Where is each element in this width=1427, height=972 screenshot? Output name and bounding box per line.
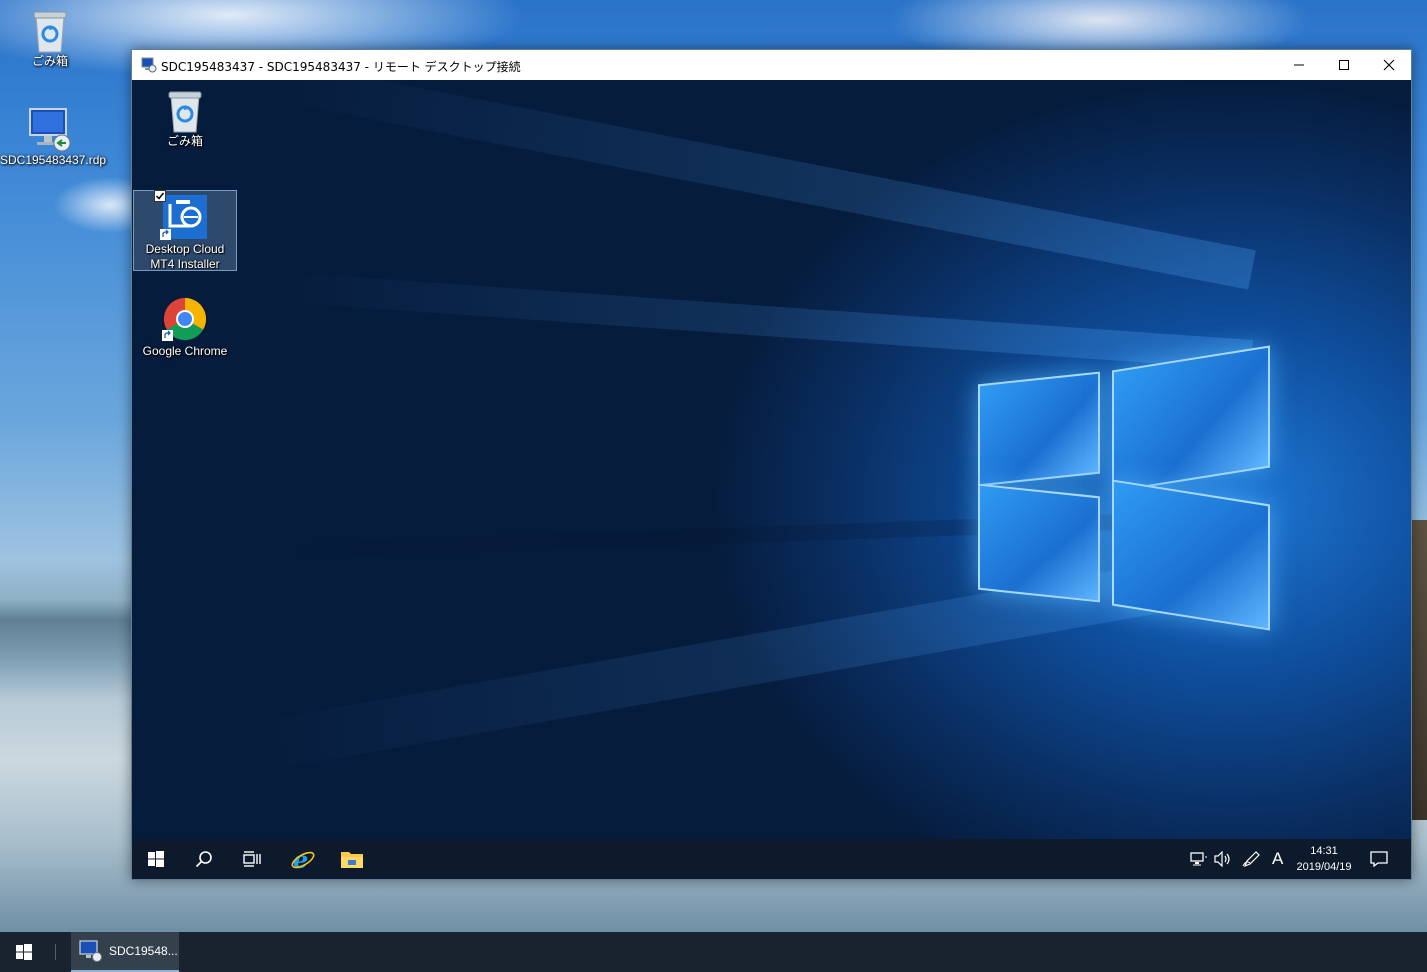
- taskbar-separator: [55, 944, 56, 960]
- windows-logo-pane: [1112, 345, 1270, 493]
- remote-google-chrome-shortcut[interactable]: Google Chrome: [133, 296, 237, 359]
- close-button[interactable]: [1366, 50, 1411, 80]
- action-center-icon[interactable]: [1370, 851, 1388, 870]
- recycle-bin-icon: [168, 91, 202, 133]
- remote-mt4-installer-label-line1: Desktop Cloud: [145, 242, 225, 256]
- remote-google-chrome-label: Google Chrome: [142, 344, 228, 358]
- remote-start-button[interactable]: [132, 839, 180, 879]
- clock-time: 14:31: [1310, 845, 1338, 857]
- remote-desktop-icon: [79, 940, 102, 962]
- checkbox-checked-icon[interactable]: [154, 190, 166, 202]
- windows-logo-pane: [978, 371, 1100, 487]
- remote-search-button[interactable]: [180, 839, 228, 879]
- rdp-titlebar[interactable]: SDC195483437 - SDC195483437 - リモート デスクトッ…: [132, 50, 1411, 80]
- host-taskbar: SDC19548...: [0, 932, 1427, 972]
- remote-desktop-icon: [141, 57, 157, 73]
- wallpaper-beam: [266, 80, 1256, 290]
- wallpaper-beam: [273, 271, 1254, 370]
- remote-clock[interactable]: 14:31 2019/04/19: [1282, 843, 1366, 875]
- remote-mt4-installer-label-line2: MT4 Installer: [150, 257, 220, 271]
- remote-recycle-bin-label: ごみ箱: [166, 134, 203, 148]
- rdp-window[interactable]: SDC195483437 - SDC195483437 - リモート デスクトッ…: [131, 49, 1412, 880]
- minimize-button[interactable]: [1276, 50, 1321, 80]
- windows-logo-pane: [1112, 479, 1270, 631]
- host-taskbar-rdp-label: SDC19548...: [109, 944, 178, 958]
- rdp-window-title: SDC195483437 - SDC195483437 - リモート デスクトッ…: [161, 60, 521, 74]
- host-start-button[interactable]: [0, 932, 48, 972]
- maximize-icon: [1338, 60, 1349, 70]
- remote-taskbar: e A 14:31 2019/04/19: [132, 839, 1411, 879]
- windows-logo-pane: [978, 483, 1100, 603]
- close-icon: [1383, 59, 1394, 71]
- recycle-bin-icon: [33, 11, 67, 53]
- internet-explorer-icon: e: [291, 846, 315, 872]
- remote-task-view-button[interactable]: [228, 839, 276, 879]
- file-explorer-icon: [341, 852, 363, 868]
- remote-file-explorer-button[interactable]: [328, 839, 376, 879]
- host-rdp-file-label: SDC195483437.rdp: [0, 153, 107, 167]
- host-taskbar-rdp-app[interactable]: SDC19548...: [71, 932, 179, 972]
- shortcut-arrow-icon: [162, 330, 173, 341]
- remote-mt4-installer-shortcut[interactable]: Desktop Cloud MT4 Installer: [133, 190, 237, 271]
- host-rdp-file[interactable]: SDC195483437.rdp: [0, 105, 107, 167]
- search-icon: [195, 851, 212, 868]
- network-icon[interactable]: [1190, 851, 1208, 870]
- volume-icon[interactable]: [1214, 850, 1232, 870]
- remote-desktop-wallpaper: ごみ箱 Desktop Cloud MT4 Installer Google C…: [132, 80, 1411, 839]
- maximize-button[interactable]: [1321, 50, 1366, 80]
- minimize-icon: [1293, 64, 1304, 66]
- wallpaper-rock: [1410, 520, 1427, 820]
- remote-internet-explorer-button[interactable]: e: [279, 839, 327, 879]
- remote-recycle-bin[interactable]: ごみ箱: [133, 88, 237, 149]
- start-icon: [16, 944, 32, 960]
- start-icon: [148, 851, 164, 867]
- host-recycle-bin[interactable]: ごみ箱: [0, 8, 100, 68]
- pen-icon[interactable]: [1242, 851, 1260, 870]
- remote-desktop-file-icon: [29, 108, 71, 152]
- shortcut-arrow-icon: [160, 229, 171, 240]
- clock-date: 2019/04/19: [1296, 861, 1352, 873]
- task-view-icon: [243, 851, 261, 867]
- host-recycle-bin-label: ごみ箱: [31, 54, 68, 68]
